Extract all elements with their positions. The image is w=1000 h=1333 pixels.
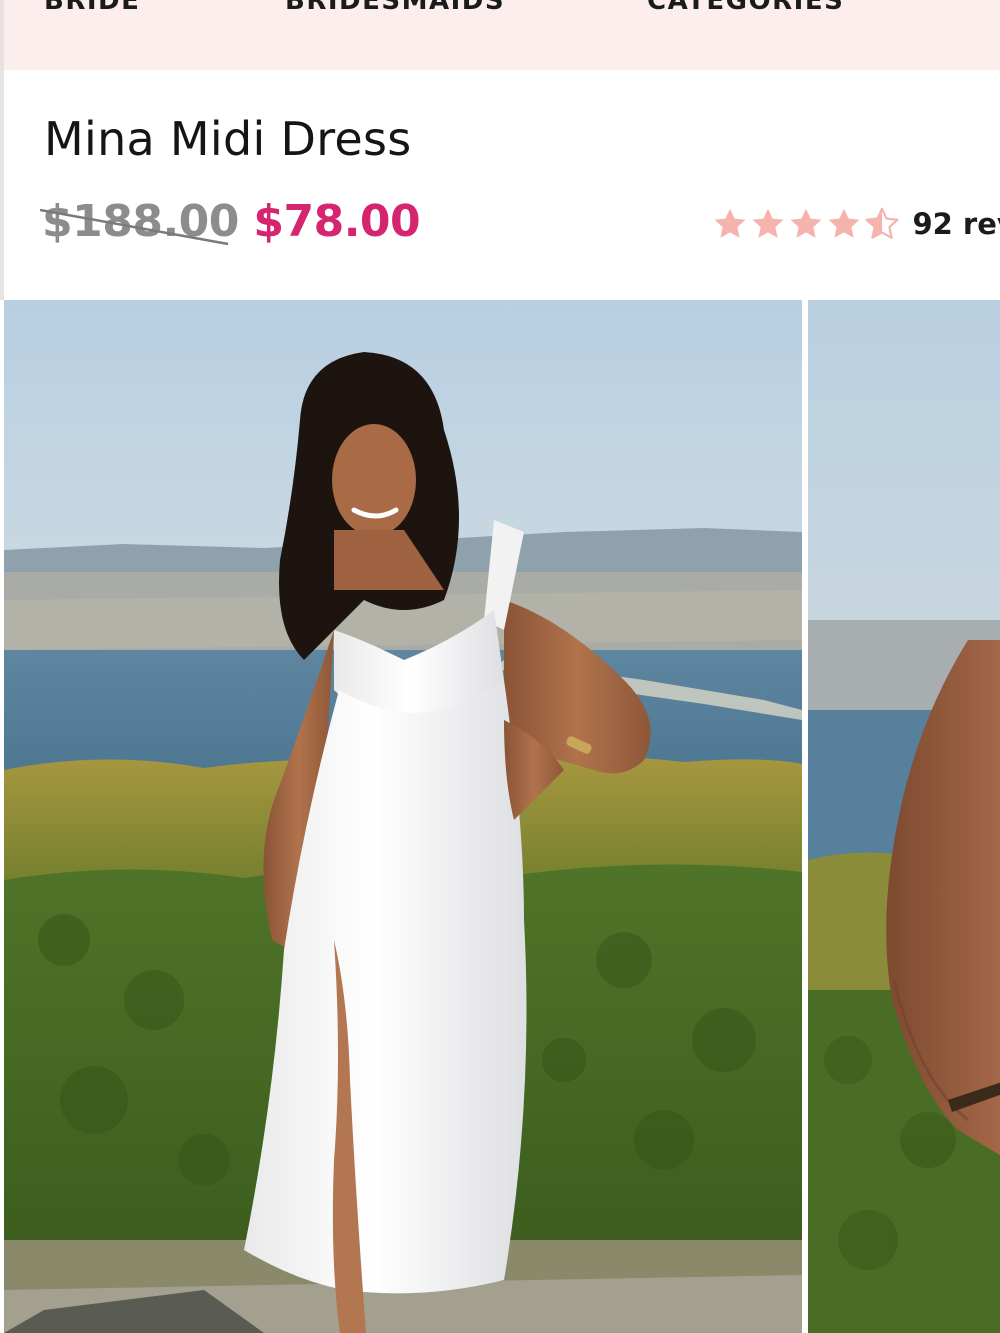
star-icon <box>714 208 746 238</box>
star-icon <box>790 208 822 238</box>
sale-price: $78.00 <box>253 196 421 247</box>
star-icon <box>752 208 784 238</box>
price-row: $188.00 $78.00 <box>40 196 421 256</box>
review-count-link[interactable]: 92 rev <box>912 207 1000 241</box>
product-photo <box>4 300 802 1333</box>
product-photo-partial <box>808 300 1000 1333</box>
product-title: Mina Midi Dress <box>44 112 412 166</box>
page-edge-divider <box>0 70 4 300</box>
star-half-icon <box>865 207 899 239</box>
star-rating <box>712 206 902 242</box>
nav-item-bridesmaids[interactable]: BRIDESMAIDS <box>285 0 505 16</box>
product-image-main[interactable] <box>4 300 802 1333</box>
nav-item-categories[interactable]: CATEGORIES <box>647 0 844 16</box>
product-image-next[interactable] <box>808 300 1000 1333</box>
rating-summary[interactable]: 92 rev <box>712 206 1000 250</box>
category-nav: BRIDE BRIDESMAIDS CATEGORIES <box>0 0 1000 70</box>
product-page: BRIDE BRIDESMAIDS CATEGORIES Mina Midi D… <box>0 0 1000 1333</box>
star-icon <box>828 208 860 238</box>
original-price: $188.00 <box>40 196 239 247</box>
original-price-text: $188.00 <box>42 196 239 247</box>
nav-item-bride[interactable]: BRIDE <box>44 0 140 16</box>
product-image-gallery[interactable] <box>4 300 1000 1333</box>
